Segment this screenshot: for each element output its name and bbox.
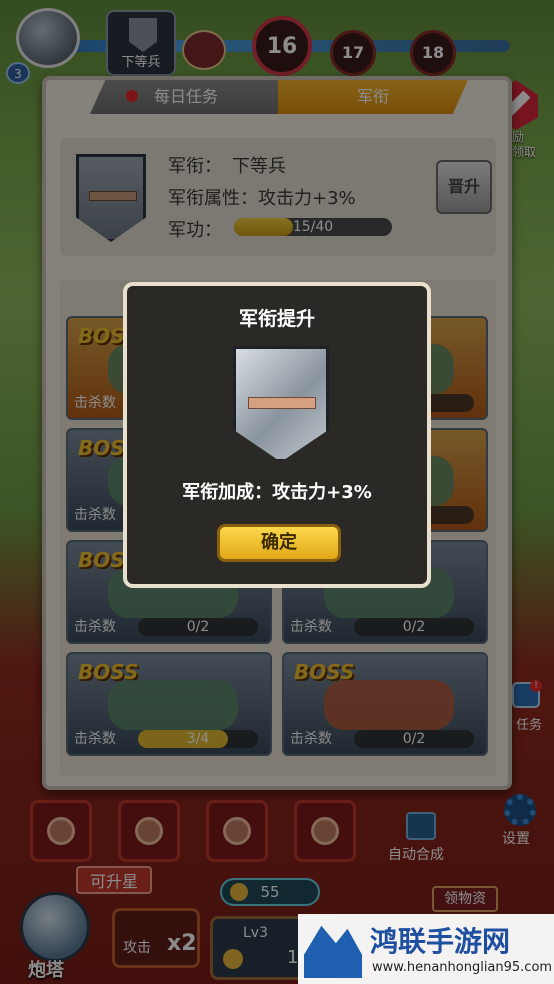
confirm-button[interactable]: 确定 bbox=[217, 524, 341, 562]
watermark-logo-icon bbox=[304, 925, 362, 978]
watermark-url: www.henanhonglian95.com bbox=[372, 960, 553, 975]
dialog-title: 军衔提升 bbox=[238, 308, 315, 330]
watermark-title: 鸿联手游网 bbox=[370, 925, 511, 958]
watermark: 鸿联手游网 www.henanhonglian95.com bbox=[298, 914, 554, 984]
rank-shield-icon bbox=[233, 346, 329, 462]
dialog-bonus-text: 军衔加成：攻击力+3% bbox=[182, 482, 372, 503]
rank-up-dialog: 军衔提升 军衔加成：攻击力+3% 确定 bbox=[123, 282, 431, 588]
